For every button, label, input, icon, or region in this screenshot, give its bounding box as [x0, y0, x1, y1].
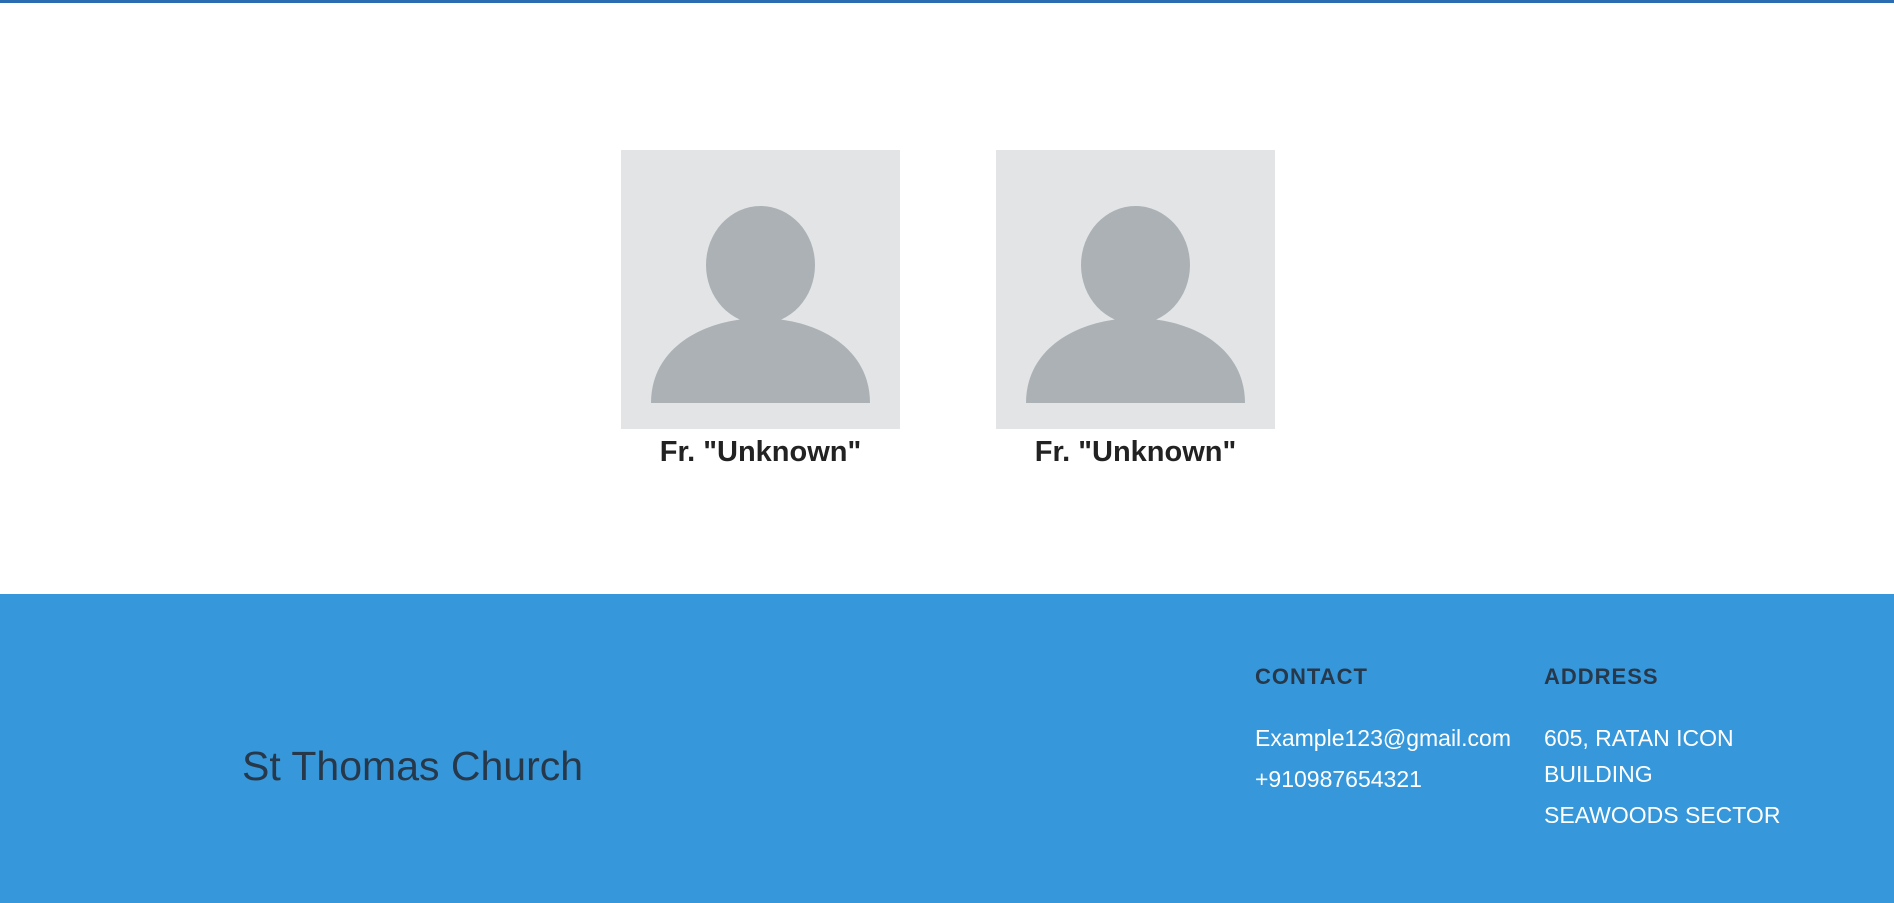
contact-heading: CONTACT	[1255, 664, 1368, 689]
clergy-card: Fr. "Unknown"	[996, 150, 1275, 470]
clergy-photo	[996, 150, 1275, 429]
address-heading: ADDRESS	[1544, 664, 1659, 689]
address-line: SEAWOODS SECTOR	[1544, 802, 1781, 828]
contact-column: CONTACT Example123@gmail.com +9109876543…	[1255, 664, 1511, 802]
clergy-section: Fr. "Unknown" Fr. "Unknown"	[0, 3, 1894, 594]
contact-phone-link[interactable]: +910987654321	[1255, 761, 1511, 797]
footer-brand[interactable]: St Thomas Church	[242, 742, 583, 790]
clergy-card: Fr. "Unknown"	[621, 150, 900, 470]
site-footer: St Thomas Church CONTACT Example123@gmai…	[0, 594, 1894, 903]
clergy-name: Fr. "Unknown"	[1034, 436, 1237, 468]
address-line: 605, RATAN ICON BUILDING	[1544, 725, 1734, 787]
default-avatar-icon	[1026, 206, 1245, 403]
address-column: ADDRESS 605, RATAN ICON BUILDING SEAWOOD…	[1544, 664, 1780, 838]
default-avatar-icon	[651, 206, 870, 403]
clergy-name: Fr. "Unknown"	[659, 436, 862, 468]
clergy-photo	[621, 150, 900, 429]
contact-email-link[interactable]: Example123@gmail.com	[1255, 720, 1511, 756]
